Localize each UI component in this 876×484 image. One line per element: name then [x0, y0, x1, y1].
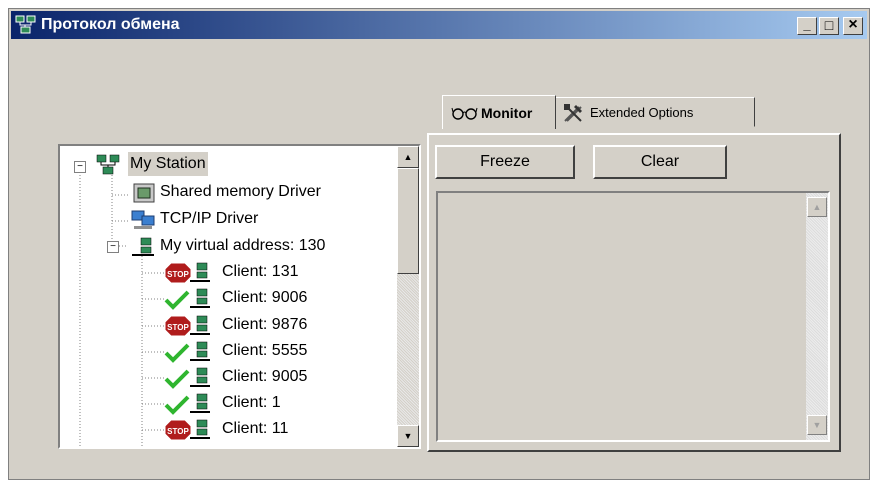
station-tree[interactable]: − My Station Shared memory Driver TCP/IP…	[58, 144, 421, 449]
virtual-address-icon	[132, 237, 154, 256]
client-label: Client: 9006	[222, 289, 308, 306]
tab-extended-options-label: Extended Options	[590, 105, 694, 120]
stop-sign-icon: STOP	[164, 419, 192, 441]
shared-memory-icon	[133, 183, 155, 203]
exchange-protocol-window: Протокол обмена _ □ × − My Station Share…	[8, 8, 870, 480]
network-icon	[15, 15, 36, 34]
tcpip-driver-icon	[131, 210, 155, 229]
tab-monitor-label: Monitor	[481, 105, 533, 121]
stop-sign-text: STOP	[167, 270, 189, 279]
scroll-thumb[interactable]	[397, 168, 419, 274]
minimize-button[interactable]: _	[797, 17, 817, 35]
glasses-icon	[451, 107, 478, 120]
maximize-button[interactable]: □	[819, 17, 839, 35]
tree-item-my-station[interactable]: My Station	[128, 152, 208, 176]
tools-icon	[564, 104, 582, 122]
tab-monitor[interactable]: Monitor	[442, 95, 556, 129]
tree-item-shared-memory-driver[interactable]: Shared memory Driver	[160, 180, 321, 204]
collapse-root-toggle[interactable]: −	[74, 161, 86, 173]
tree-item-tcpip-driver[interactable]: TCP/IP Driver	[160, 207, 258, 231]
client-node-icon	[190, 393, 210, 413]
client-node-icon	[190, 288, 210, 308]
log-scroll-up-button[interactable]: ▲	[807, 197, 827, 217]
clear-button[interactable]: Clear	[593, 145, 727, 179]
client-label: Client: 1	[222, 394, 281, 411]
freeze-button[interactable]: Freeze	[435, 145, 575, 179]
station-icon	[96, 154, 120, 175]
log-scroll-down-button[interactable]: ▼	[807, 415, 827, 435]
log-scrollbar[interactable]: ▲ ▼	[806, 193, 828, 440]
checkmark-icon	[164, 290, 190, 310]
client-label: Client: 11	[222, 420, 289, 437]
client-node-icon	[190, 367, 210, 387]
scroll-up-button[interactable]: ▲	[397, 146, 419, 168]
checkmark-icon	[164, 395, 190, 415]
client-label: Client: 131	[222, 263, 299, 280]
checkmark-icon	[164, 369, 190, 389]
window-title: Протокол обмена	[41, 16, 180, 33]
client-label: Client: 5555	[222, 342, 308, 359]
client-node-icon	[190, 419, 210, 439]
tree-item-virtual-address[interactable]: My virtual address: 130	[160, 234, 325, 258]
client-label: Client: 9005	[222, 368, 308, 385]
monitor-panel: Freeze Clear ▲ ▼	[427, 133, 841, 452]
stop-sign-icon: STOP	[164, 315, 192, 337]
tree-content: − My Station Shared memory Driver TCP/IP…	[60, 146, 387, 447]
checkmark-icon	[164, 343, 190, 363]
title-bar[interactable]: Протокол обмена _ □ ×	[11, 11, 867, 39]
stop-sign-icon: STOP	[164, 262, 192, 284]
tree-scrollbar[interactable]: ▲ ▼	[397, 146, 419, 447]
scroll-down-button[interactable]: ▼	[397, 425, 419, 447]
close-button[interactable]: ×	[843, 17, 863, 35]
client-node-icon	[190, 262, 210, 282]
client-label: Client: 9876	[222, 316, 308, 333]
client-node-icon	[190, 341, 210, 361]
monitor-log[interactable]: ▲ ▼	[436, 191, 830, 442]
collapse-virtual-toggle[interactable]: −	[107, 241, 119, 253]
stop-sign-text: STOP	[167, 323, 189, 332]
tab-extended-options[interactable]: Extended Options	[555, 97, 755, 127]
client-node-icon	[190, 315, 210, 335]
stop-sign-text: STOP	[167, 427, 189, 436]
